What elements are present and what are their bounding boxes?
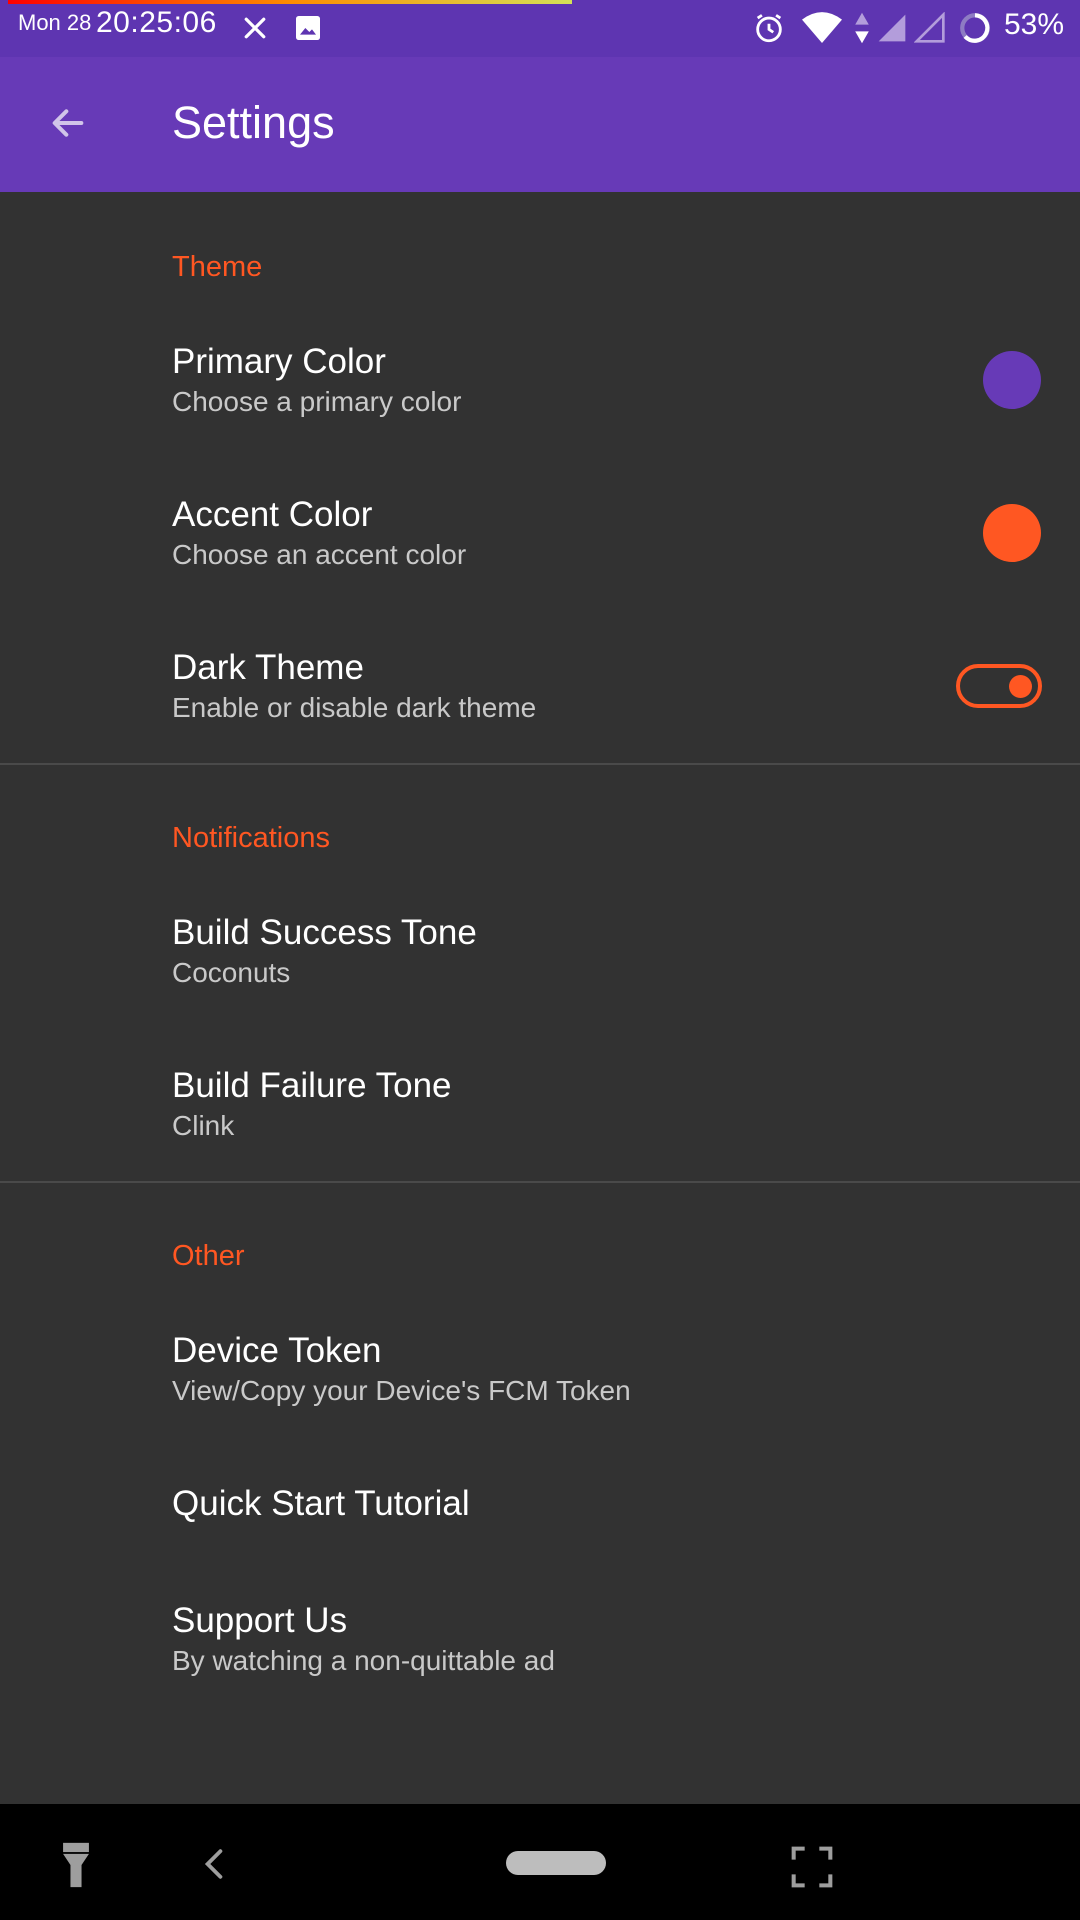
pref-summary: Clink	[172, 1110, 235, 1141]
section-header-notifications: Notifications	[172, 822, 330, 854]
battery-percentage: 53%	[1003, 8, 1064, 41]
wifi-icon	[802, 10, 842, 46]
status-time: 20:25:06	[96, 6, 217, 39]
pref-title: Build Failure Tone	[172, 1066, 452, 1105]
accent-color-swatch[interactable]	[983, 504, 1041, 562]
image-icon	[292, 10, 324, 46]
signal-icon	[876, 10, 908, 46]
dark-theme-toggle[interactable]	[956, 664, 1042, 708]
divider	[0, 763, 1080, 765]
pref-title: Accent Color	[172, 495, 373, 534]
pref-summary: Enable or disable dark theme	[172, 692, 537, 723]
toggle-knob	[1009, 675, 1032, 698]
arrow-back-icon	[48, 103, 88, 148]
page-title: Settings	[172, 97, 335, 148]
screenshot-icon[interactable]	[787, 1842, 837, 1892]
pref-title: Device Token	[172, 1331, 382, 1370]
close-icon	[240, 10, 270, 46]
app-bar: Settings	[0, 57, 1080, 192]
status-bar: Mon 28 20:25:06 53%	[0, 0, 1080, 57]
pref-summary: View/Copy your Device's FCM Token	[172, 1375, 631, 1406]
home-pill[interactable]	[506, 1851, 606, 1875]
alarm-icon	[752, 10, 786, 46]
pref-title: Build Success Tone	[172, 913, 477, 952]
navigation-bar	[0, 1804, 1080, 1920]
pref-title: Dark Theme	[172, 648, 364, 687]
primary-color-swatch[interactable]	[983, 351, 1041, 409]
pref-title: Support Us	[172, 1601, 348, 1640]
back-button[interactable]	[40, 97, 96, 153]
section-header-theme: Theme	[172, 251, 263, 283]
signal-empty-icon	[914, 10, 946, 46]
divider	[0, 1181, 1080, 1183]
pref-summary: Coconuts	[172, 957, 291, 988]
section-header-other: Other	[172, 1240, 245, 1272]
pref-summary: Choose an accent color	[172, 539, 467, 570]
flashlight-icon[interactable]	[56, 1840, 96, 1890]
battery-circle-icon	[958, 10, 992, 46]
pref-summary: Choose a primary color	[172, 386, 462, 417]
pref-title: Quick Start Tutorial	[172, 1484, 470, 1523]
pref-title: Primary Color	[172, 342, 386, 381]
nav-back-icon[interactable]	[194, 1844, 234, 1884]
progress-strip	[8, 0, 572, 4]
data-arrows-icon	[852, 10, 872, 46]
pref-summary: By watching a non-quittable ad	[172, 1645, 555, 1676]
status-date: Mon 28	[18, 10, 92, 35]
